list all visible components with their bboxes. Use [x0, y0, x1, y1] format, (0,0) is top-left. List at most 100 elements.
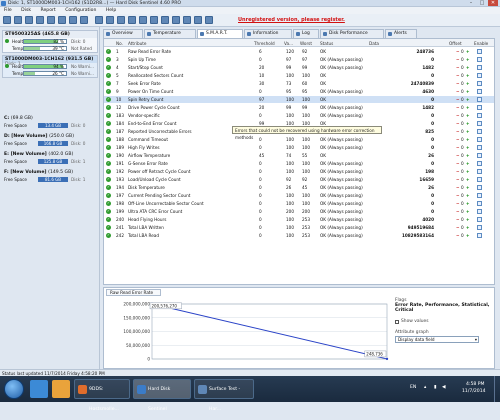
table-row[interactable]: ✓ 189 High Fly Writes 0 100 100 OK (Always pas…	[104, 144, 494, 151]
menu-disk[interactable]: Disk	[21, 7, 31, 14]
tab-information[interactable]: Information	[244, 29, 292, 38]
col-attribute[interactable]: Attribute	[128, 41, 147, 46]
offset-increase-button[interactable]: +	[466, 97, 470, 102]
table-row[interactable]: ✓ 1 Raw Read Error Rate 6 120 92 OK 248736 −0 +	[104, 48, 494, 55]
offset-increase-button[interactable]: +	[466, 81, 470, 86]
offset-increase-button[interactable]: +	[466, 225, 470, 230]
table-row[interactable]: ✓ 240 Head Flying Hours 0 100 253 OK (Always p…	[104, 216, 494, 223]
disk-icon[interactable]	[95, 16, 103, 24]
col-no[interactable]: No.	[116, 41, 123, 46]
offset-decrease-button[interactable]: −	[456, 209, 460, 214]
enable-checkbox[interactable]	[477, 137, 482, 142]
table-row[interactable]: ✓ 4 Start/Stop Count 20 99 99 OK (Always passi…	[104, 64, 494, 71]
offset-decrease-button[interactable]: −	[456, 73, 460, 78]
disk-0-card[interactable]: ST9500325AS (465.8 GB) Health: 82 % Disk…	[2, 30, 98, 53]
enable-checkbox[interactable]	[477, 73, 482, 78]
tray-arrow-icon[interactable]: ▴	[424, 385, 426, 390]
print-icon[interactable]	[36, 16, 44, 24]
enable-checkbox[interactable]	[477, 233, 482, 238]
table-row[interactable]: ✓ 193 Load/Unload Cycle Count 0 92 92 OK (Alwa…	[104, 176, 494, 183]
enable-checkbox[interactable]	[477, 65, 482, 70]
email-icon[interactable]	[161, 16, 169, 24]
offset-decrease-button[interactable]: −	[456, 121, 460, 126]
table-row[interactable]: ✓ 241 Total LBA Written 0 100 253 OK (Always p…	[104, 224, 494, 231]
attribute-graph-select[interactable]: Display data field ▾	[395, 336, 479, 343]
table-row[interactable]: ✓ 9 Power On Time Count 0 95 95 OK (Always pas…	[104, 88, 494, 95]
table-row[interactable]: ✓ 183 Vendor-specific 0 100 100 OK (Always pas…	[104, 112, 494, 119]
offset-increase-button[interactable]: +	[466, 153, 470, 158]
volume-f[interactable]: F: [New Volume] (149.5 GB) Free Space 81…	[2, 169, 98, 186]
temperature-icon[interactable]	[106, 16, 114, 24]
col-threshold[interactable]: Threshold	[254, 41, 275, 46]
settings-icon[interactable]	[58, 16, 66, 24]
offset-increase-button[interactable]: +	[466, 145, 470, 150]
unregistered-link[interactable]: Unregistered version, please register.	[238, 17, 345, 23]
enable-checkbox[interactable]	[477, 49, 482, 54]
table-row[interactable]: ✓ 242 Total LBA Read 0 100 253 OK (Always pass…	[104, 232, 494, 239]
tab-disk-performance[interactable]: Disk Performance	[320, 29, 384, 38]
offset-increase-button[interactable]: +	[466, 137, 470, 142]
offset-increase-button[interactable]: +	[466, 169, 470, 174]
offset-increase-button[interactable]: +	[466, 233, 470, 238]
log-icon[interactable]	[139, 16, 147, 24]
offset-decrease-button[interactable]: −	[456, 225, 460, 230]
smart-icon[interactable]	[117, 16, 125, 24]
offset-increase-button[interactable]: +	[466, 89, 470, 94]
enable-checkbox[interactable]	[477, 225, 482, 230]
enable-checkbox[interactable]	[477, 113, 482, 118]
table-row[interactable]: ✓ 5 Reallocated Sectors Count 10 100 100 OK 0−0…	[104, 72, 494, 79]
enable-checkbox[interactable]	[477, 145, 482, 150]
offset-increase-button[interactable]: +	[466, 201, 470, 206]
enable-checkbox[interactable]	[477, 161, 482, 166]
offset-decrease-button[interactable]: −	[456, 161, 460, 166]
offset-decrease-button[interactable]: −	[456, 153, 460, 158]
offset-decrease-button[interactable]: −	[456, 129, 460, 134]
volume-c[interactable]: C: (69.8 GB) Free Space 13.4 GB Disk: 0	[2, 115, 98, 132]
offset-decrease-button[interactable]: −	[456, 201, 460, 206]
offset-decrease-button[interactable]: −	[456, 49, 460, 54]
enable-checkbox[interactable]	[477, 121, 482, 126]
start-button[interactable]	[4, 379, 24, 399]
table-row[interactable]: ✓ 199 Ultra ATA CRC Error Count 0 200 200 OK (…	[104, 208, 494, 215]
offset-decrease-button[interactable]: −	[456, 89, 460, 94]
backup-icon[interactable]	[172, 16, 180, 24]
offset-increase-button[interactable]: +	[466, 113, 470, 118]
offset-decrease-button[interactable]: −	[456, 97, 460, 102]
offset-increase-button[interactable]: +	[466, 49, 470, 54]
task-3[interactable]: Surface Test - Har...	[194, 379, 254, 412]
volume-icon[interactable]: ◀	[442, 385, 446, 390]
graph-tab[interactable]: Raw Read Error Rate	[106, 289, 161, 296]
test-icon[interactable]	[25, 16, 33, 24]
offset-decrease-button[interactable]: −	[456, 233, 460, 238]
enable-checkbox[interactable]	[477, 81, 482, 86]
table-row[interactable]: ✓ 188 Command Timeout 0 100 100 OK (Always pas…	[104, 136, 494, 143]
tab-alerts[interactable]: Alerts	[385, 29, 417, 38]
menu-file[interactable]: File	[4, 7, 12, 14]
table-row[interactable]: ✓ 10 Spin Retry Count 97 100 100 OK 0−0 +	[104, 96, 494, 103]
col-status[interactable]: Status	[320, 41, 333, 46]
offset-increase-button[interactable]: +	[466, 161, 470, 166]
offset-decrease-button[interactable]: −	[456, 217, 460, 222]
show-values-checkbox[interactable]	[395, 319, 399, 324]
enable-checkbox[interactable]	[477, 105, 482, 110]
col-enable[interactable]: Enable	[474, 41, 488, 46]
help-icon[interactable]	[80, 16, 88, 24]
offset-increase-button[interactable]: +	[466, 185, 470, 190]
enable-checkbox[interactable]	[477, 193, 482, 198]
report-icon[interactable]	[14, 16, 22, 24]
tab-smart[interactable]: S.M.A.R.T.	[197, 29, 243, 38]
info-icon[interactable]	[128, 16, 136, 24]
maximize-button[interactable]: □	[477, 0, 487, 6]
volume-e[interactable]: E: [New Volume] (402.0 GB) Free Space 12…	[2, 151, 98, 168]
table-row[interactable]: ✓ 3 Spin Up Time 0 97 97 OK (Always passing) 0−…	[104, 56, 494, 63]
offset-increase-button[interactable]: +	[466, 193, 470, 198]
offset-increase-button[interactable]: +	[466, 121, 470, 126]
ie-icon[interactable]	[30, 380, 48, 398]
enable-checkbox[interactable]	[477, 177, 482, 182]
offset-decrease-button[interactable]: −	[456, 65, 460, 70]
menu-help[interactable]: Help	[106, 7, 116, 14]
disk-1-card[interactable]: ST1000DM003-1CH162 (931.5 GB) Disk: 1 He…	[2, 55, 98, 78]
col-worst[interactable]: Worst	[300, 41, 312, 46]
task-1[interactable]: 9DDS: Hostsmolle...	[74, 379, 130, 412]
enable-checkbox[interactable]	[477, 89, 482, 94]
